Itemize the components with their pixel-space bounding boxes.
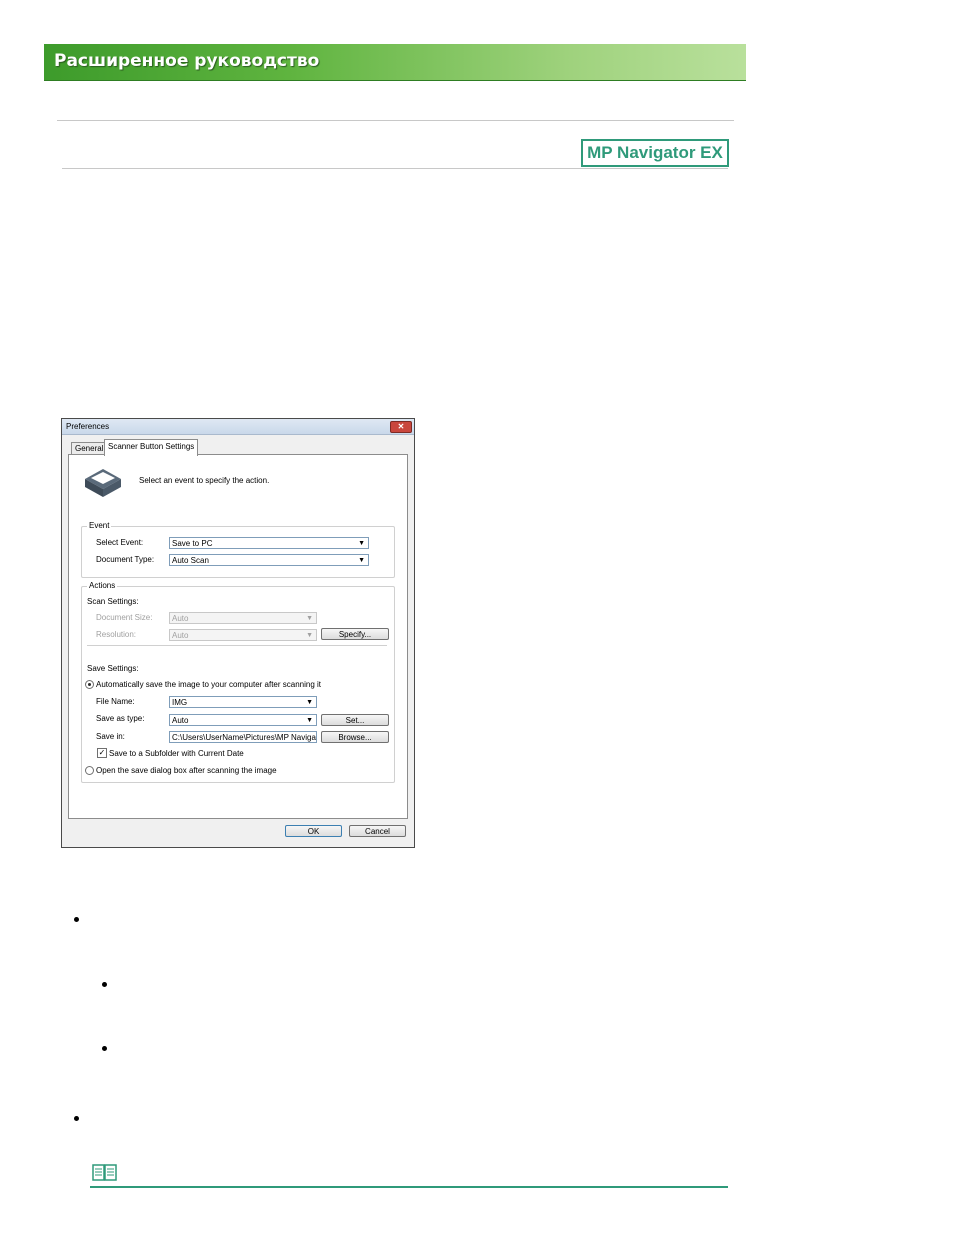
save-settings-label: Save Settings: — [87, 664, 139, 673]
chevron-down-icon: ▼ — [306, 615, 313, 622]
open-dialog-radio[interactable] — [85, 766, 94, 775]
file-name-input[interactable]: IMG ▼ — [169, 696, 317, 708]
cancel-button[interactable]: Cancel — [349, 825, 406, 837]
file-name-value: IMG — [172, 698, 188, 707]
save-as-type-dropdown[interactable]: Auto ▼ — [169, 714, 317, 726]
scanner-icon — [85, 469, 121, 497]
save-in-label: Save in: — [96, 732, 125, 741]
chevron-down-icon: ▼ — [306, 632, 313, 639]
preferences-dialog: Preferences ✕ General Scanner Button Set… — [61, 418, 415, 848]
chevron-down-icon: ▼ — [358, 557, 365, 564]
dialog-titlebar: Preferences ✕ — [62, 419, 414, 435]
tab-scanner-button-settings[interactable]: Scanner Button Settings — [104, 439, 199, 456]
event-group-label: Event — [87, 521, 112, 530]
document-type-dropdown[interactable]: Auto Scan ▼ — [169, 554, 369, 566]
document-size-label: Document Size: — [96, 613, 153, 622]
set-button[interactable]: Set... — [321, 714, 389, 726]
save-in-field[interactable]: C:\Users\UserName\Pictures\MP Navigato — [169, 731, 317, 743]
event-group: Event — [81, 521, 395, 578]
select-event-label: Select Event: — [96, 538, 144, 547]
bullet-1 — [74, 917, 79, 922]
save-as-type-value: Auto — [172, 716, 189, 725]
document-size-dropdown[interactable]: Auto ▼ — [169, 612, 317, 624]
specify-button[interactable]: Specify... — [321, 628, 389, 640]
document-type-value: Auto Scan — [172, 556, 209, 565]
dialog-title: Preferences — [66, 422, 110, 431]
bullet-2 — [74, 1116, 79, 1121]
page-title: Расширенное руководство — [54, 51, 320, 71]
instruction-text: Select an event to specify the action. — [139, 476, 270, 485]
resolution-value: Auto — [172, 631, 189, 640]
mp-navigator-logo: MP Navigator EX — [581, 139, 729, 167]
actions-group-label: Actions — [87, 581, 118, 590]
chevron-down-icon: ▼ — [306, 699, 313, 706]
document-type-label: Document Type: — [96, 555, 155, 564]
select-event-value: Save to PC — [172, 539, 213, 548]
file-name-label: File Name: — [96, 697, 135, 706]
ok-button[interactable]: OK — [285, 825, 342, 837]
bullet-1-2 — [102, 1046, 107, 1051]
auto-save-radio[interactable] — [85, 680, 94, 689]
logo-divider — [62, 168, 728, 169]
actions-separator — [87, 645, 387, 646]
subfolder-label: Save to a Subfolder with Current Date — [109, 749, 244, 758]
scan-settings-label: Scan Settings: — [87, 597, 139, 606]
top-divider — [57, 120, 734, 121]
note-icon — [92, 1164, 117, 1181]
document-size-value: Auto — [172, 614, 189, 623]
open-dialog-label: Open the save dialog box after scanning … — [96, 766, 277, 775]
chevron-down-icon: ▼ — [306, 717, 313, 724]
select-event-dropdown[interactable]: Save to PC ▼ — [169, 537, 369, 549]
header-banner: Расширенное руководство — [44, 44, 746, 81]
subfolder-checkbox[interactable]: ✓ — [97, 748, 107, 758]
resolution-label: Resolution: — [96, 630, 137, 639]
tab-panel: Select an event to specify the action. E… — [68, 454, 408, 819]
save-as-type-label: Save as type: — [96, 714, 145, 723]
close-icon[interactable]: ✕ — [390, 421, 412, 433]
chevron-down-icon: ▼ — [358, 540, 365, 547]
bullet-1-1 — [102, 982, 107, 987]
resolution-dropdown[interactable]: Auto ▼ — [169, 629, 317, 641]
auto-save-label: Automatically save the image to your com… — [96, 680, 321, 689]
browse-button[interactable]: Browse... — [321, 731, 389, 743]
note-divider — [90, 1186, 728, 1188]
